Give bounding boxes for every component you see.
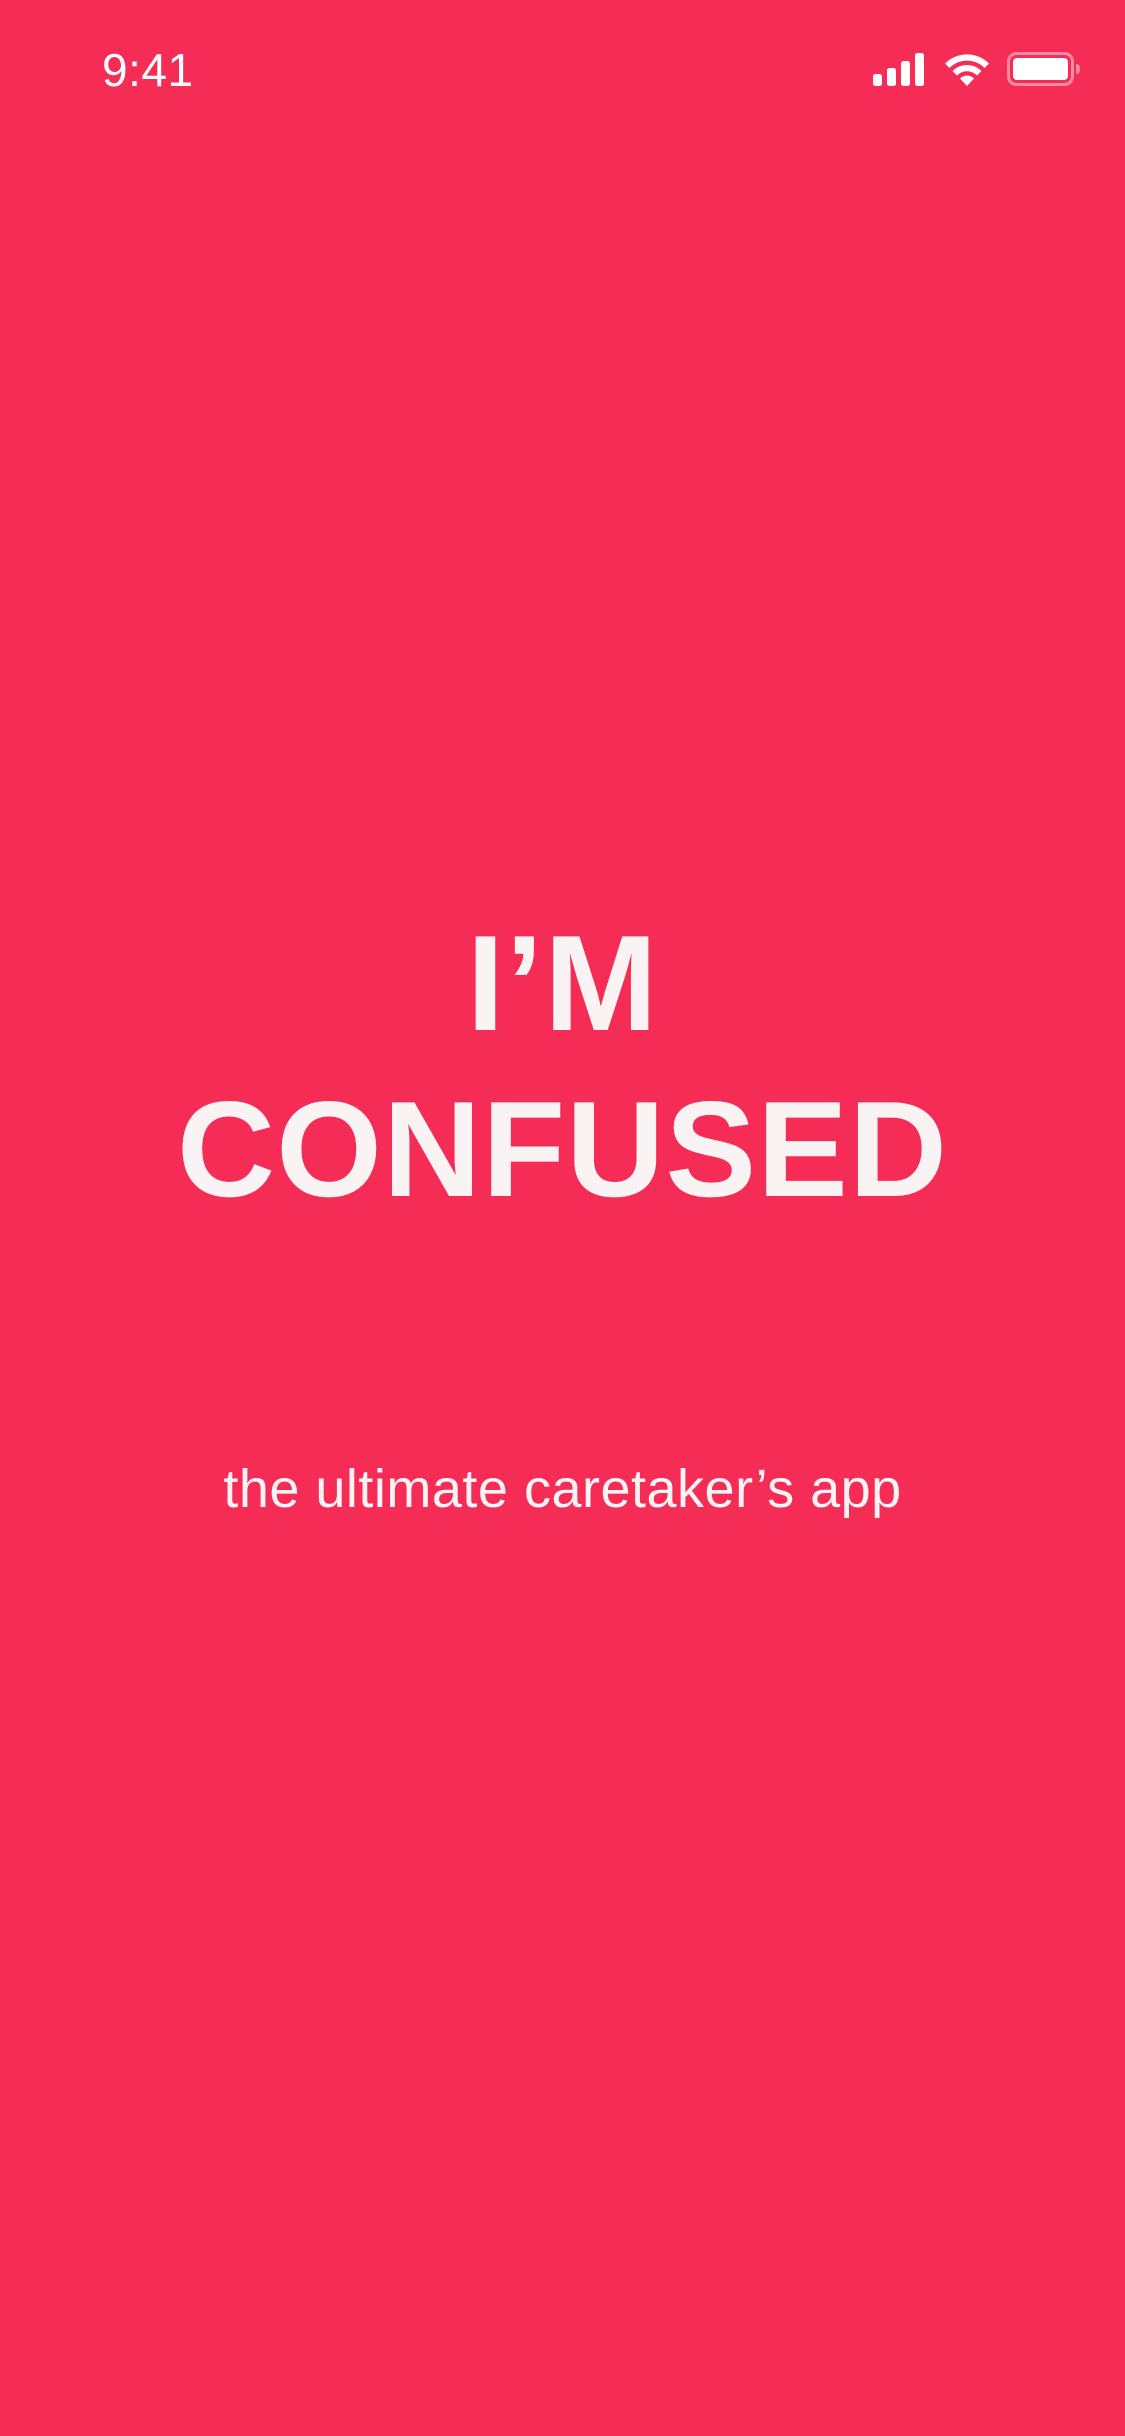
app-title-line-2: CONFUSED [176, 1073, 949, 1225]
wifi-icon [945, 54, 989, 86]
status-time: 9:41 [102, 44, 194, 96]
battery-icon [1007, 52, 1080, 86]
app-title-line-1: I’M [466, 907, 659, 1059]
app-tagline: the ultimate caretaker’s app [223, 1459, 902, 1519]
status-bar: 9:41 [0, 0, 1125, 132]
app-title: I’M CONFUSED [0, 900, 1125, 1232]
cellular-signal-icon [873, 53, 924, 86]
status-icons [873, 48, 1081, 90]
splash-screen: 9:41 I’M CONFUSED the ultimate caretaker… [0, 0, 1125, 2436]
